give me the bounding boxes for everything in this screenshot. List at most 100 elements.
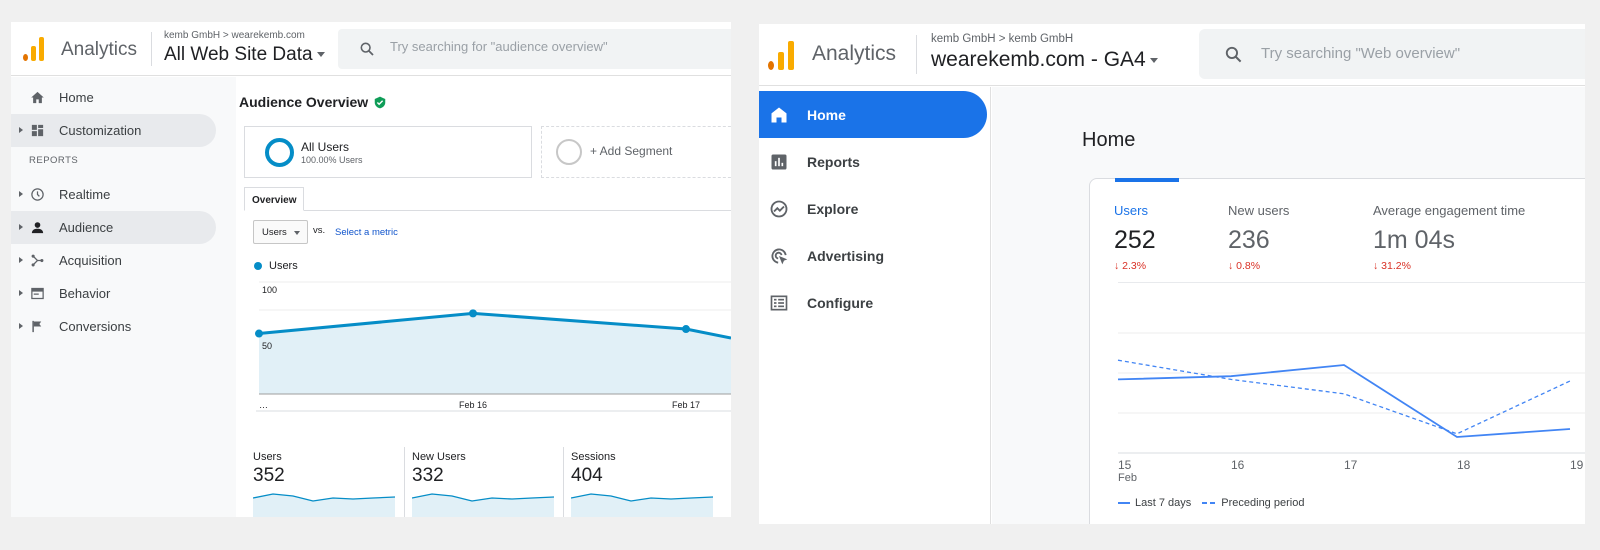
analytics-logo[interactable] <box>23 37 44 61</box>
sidebar-item-label: Customization <box>59 123 142 138</box>
search-input[interactable] <box>1261 45 1571 62</box>
sidebar-item-home[interactable]: Home <box>759 91 987 138</box>
account-breadcrumb[interactable]: kemb GmbH > kemb GmbH <box>931 33 1073 45</box>
analytics-logo[interactable] <box>768 41 794 70</box>
kpi-label: New Users <box>412 451 466 463</box>
legend-previous-label: Preceding period <box>1221 497 1305 509</box>
sidebar-item-customization[interactable]: Customization <box>11 114 216 147</box>
x-tick-label: 17 <box>1344 458 1358 472</box>
search-bar[interactable] <box>338 29 731 69</box>
sidebar-item-advertising[interactable]: Advertising <box>759 232 987 279</box>
x-tick-label: 18 <box>1457 458 1471 472</box>
caret-down-icon <box>1149 57 1158 63</box>
data-point <box>469 309 477 318</box>
header-divider <box>916 35 917 74</box>
x-tick-label: Feb 16 <box>459 400 487 410</box>
empty-segment-ring-icon <box>556 139 582 165</box>
kpi-divider <box>404 447 405 517</box>
reports-heading: REPORTS <box>29 155 79 166</box>
expand-arrow-icon <box>19 127 23 133</box>
select-metric-link[interactable]: Select a metric <box>335 227 398 238</box>
sidebar-item-label: Conversions <box>59 319 132 334</box>
users-line-chart[interactable]: 100 50 … Feb 16 Feb 17 <box>236 272 731 412</box>
property-name: All Web Site Data <box>164 44 313 65</box>
sidebar-item-acquisition[interactable]: Acquisition <box>11 244 216 277</box>
advertising-icon <box>771 248 788 265</box>
verified-shield-icon <box>374 96 386 108</box>
kpi-value: 236 <box>1228 226 1270 254</box>
users-trend-chart[interactable]: 15 16 17 18 19 Feb <box>1090 283 1585 493</box>
sidebar-item-reports[interactable]: Reports <box>759 138 987 185</box>
overview-card: Users 252 ↓ 2.3% New users 236 ↓ 0.8% Av… <box>1089 178 1585 524</box>
caret-down-icon <box>294 231 300 235</box>
property-name: wearekemb.com - GA4 <box>931 48 1146 71</box>
kpi-users[interactable]: Users 252 ↓ 2.3% <box>1114 203 1156 272</box>
page-title: Audience Overview <box>239 94 387 110</box>
segment-ring-icon <box>265 138 294 167</box>
kpi-value: 352 <box>253 465 285 486</box>
ga4-analytics-window: Analytics kemb GmbH > kemb GmbH wearekem… <box>759 24 1585 524</box>
behavior-icon <box>31 287 44 300</box>
caret-down-icon <box>316 52 325 58</box>
sidebar-item-label: Advertising <box>807 247 885 264</box>
ga4-sidebar: Home Reports Explore Advertising Configu… <box>759 87 991 524</box>
segment-share: 100.00% Users <box>301 155 363 165</box>
kpi-divider <box>563 447 564 517</box>
metric-dropdown[interactable]: Users <box>253 220 308 244</box>
kpi-new-users[interactable]: New Users 332 <box>412 451 567 517</box>
y-tick-label: 50 <box>262 341 272 351</box>
segment-name: All Users <box>301 140 350 154</box>
property-selector[interactable]: wearekemb.com - GA4 <box>931 48 1158 72</box>
data-point <box>255 329 263 338</box>
page-title: Home <box>1082 129 1136 151</box>
home-icon <box>31 91 44 104</box>
expand-arrow-icon <box>19 224 23 230</box>
dashboard-icon <box>31 124 44 137</box>
kpi-label: Sessions <box>571 451 616 463</box>
legend-label: Users <box>269 260 298 272</box>
app-name: Analytics <box>812 42 897 65</box>
configure-icon <box>770 295 788 311</box>
sidebar-item-home[interactable]: Home <box>11 81 216 114</box>
sidebar-item-label: Acquisition <box>59 253 122 268</box>
ua-sidebar: Home Customization REPORTS Realtime Audi… <box>11 77 236 517</box>
search-bar[interactable] <box>1199 29 1585 79</box>
sidebar-item-realtime[interactable]: Realtime <box>11 178 216 211</box>
segment-all-users[interactable]: All Users 100.00% Users <box>244 126 532 178</box>
sidebar-item-label: Configure <box>807 294 874 311</box>
account-breadcrumb[interactable]: kemb GmbH > wearekemb.com <box>164 30 305 41</box>
kpi-label: Users <box>253 451 282 463</box>
kpi-sessions[interactable]: Sessions 404 <box>571 451 726 517</box>
home-icon <box>771 107 787 123</box>
legend-dot <box>254 262 262 270</box>
property-selector[interactable]: All Web Site Data <box>164 44 325 66</box>
metric-dropdown-value: Users <box>262 227 287 238</box>
tab-overview[interactable]: Overview <box>244 187 304 211</box>
x-tick-label: … <box>259 400 268 410</box>
sidebar-item-label: Home <box>807 106 846 123</box>
sidebar-item-behavior[interactable]: Behavior <box>11 277 216 310</box>
search-icon <box>1225 46 1242 63</box>
expand-arrow-icon <box>19 257 23 263</box>
kpi-new-users[interactable]: New users 236 ↓ 0.8% <box>1228 203 1289 272</box>
add-segment-button[interactable]: + Add Segment <box>541 126 731 178</box>
ua-analytics-window: Analytics kemb GmbH > wearekemb.com All … <box>11 22 731 517</box>
kpi-users[interactable]: Users 352 <box>253 451 408 517</box>
sidebar-item-conversions[interactable]: Conversions <box>11 310 216 343</box>
search-icon <box>360 42 374 56</box>
expand-arrow-icon <box>19 323 23 329</box>
selected-metric-indicator <box>1115 178 1179 182</box>
sidebar-item-explore[interactable]: Explore <box>759 185 987 232</box>
sidebar-item-configure[interactable]: Configure <box>759 279 987 326</box>
kpi-average-engagement-time[interactable]: Average engagement time 1m 04s ↓ 31.2% <box>1373 203 1525 272</box>
kpi-value: 332 <box>412 465 444 486</box>
explore-icon <box>770 200 788 218</box>
search-input[interactable] <box>390 39 720 54</box>
sidebar-item-audience[interactable]: Audience <box>11 211 216 244</box>
legend-dashed-swatch <box>1202 502 1217 504</box>
y-tick-label: 100 <box>262 285 277 295</box>
kpi-label: New users <box>1228 203 1290 218</box>
flag-icon <box>32 320 42 333</box>
sidebar-item-label: Explore <box>807 200 859 217</box>
page-title-text: Audience Overview <box>239 94 369 110</box>
